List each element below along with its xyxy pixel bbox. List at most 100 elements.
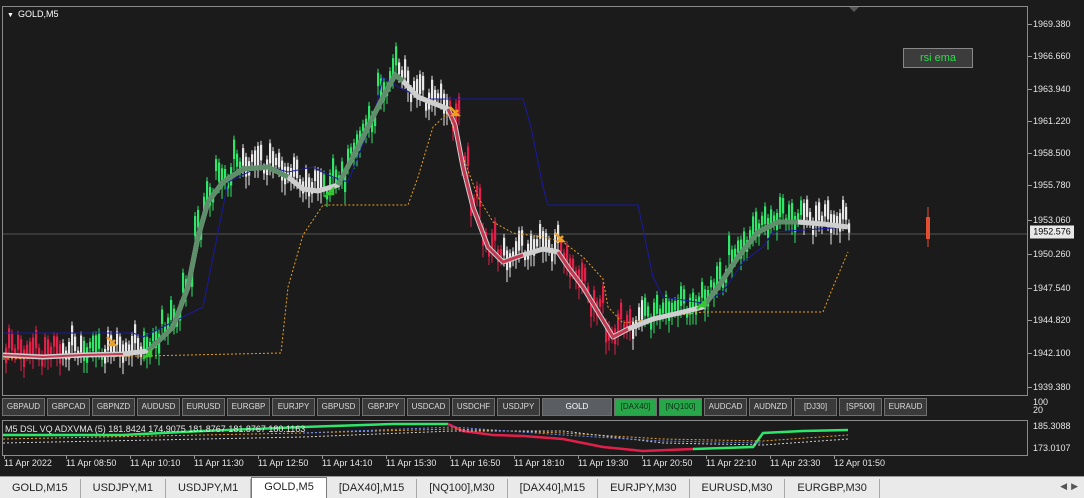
symbol-button-gold[interactable]: GOLD: [542, 398, 612, 416]
symbol-button-eurusd[interactable]: EURUSD: [182, 398, 225, 416]
chart-tab-bar: GOLD,M15 USDJPY,M1 USDJPY,M1 GOLD,M5 [DAX40]…: [0, 476, 1084, 498]
candle-body: [260, 144, 263, 161]
time-axis-label: 11 Apr 16:50: [450, 458, 501, 468]
chart-tab[interactable]: GOLD,M15: [0, 479, 81, 498]
candle-body: [770, 209, 773, 224]
time-axis-label: 11 Apr 20:50: [642, 458, 693, 468]
price-axis-tick: [1028, 56, 1032, 57]
candle-body: [602, 286, 605, 304]
candle-body: [206, 181, 209, 201]
triangle-down-icon[interactable]: ▼: [7, 12, 14, 19]
symbol-button-gbpaud[interactable]: GBPAUD: [2, 398, 45, 416]
symbol-button-audcad[interactable]: AUDCAD: [704, 398, 747, 416]
candle-body: [98, 332, 101, 349]
price-axis-label: 1963.940: [1033, 84, 1071, 94]
candle-body: [350, 147, 353, 154]
price-axis-tick: [1028, 121, 1032, 122]
symbol-button-dj30[interactable]: [DJ30]: [794, 398, 837, 416]
symbol-button-gbpnzd[interactable]: GBPNZD: [92, 398, 135, 416]
time-axis-label: 11 Apr 14:10: [322, 458, 373, 468]
candle-body: [560, 242, 563, 253]
candle-body: [824, 204, 827, 217]
candle-body: [251, 154, 254, 162]
candle-body: [53, 336, 56, 347]
candle-body: [314, 170, 317, 182]
scroll-marker-icon: [849, 7, 859, 12]
symbol-button-usdcad[interactable]: USDCAD: [407, 398, 450, 416]
price-axis-tick: [1028, 185, 1032, 186]
candle-body: [536, 239, 539, 247]
price-axis-label: 1958.500: [1033, 148, 1071, 158]
candle-body: [638, 307, 641, 321]
arrow-right-icon[interactable]: ▶: [1071, 481, 1078, 491]
symbol-button-nq100[interactable]: [NQ100]: [659, 398, 702, 416]
candle-body: [728, 235, 731, 256]
price-axis-tick: [1028, 89, 1032, 90]
candle-body: [143, 331, 146, 351]
symbol-button-audusd[interactable]: AUDUSD: [137, 398, 180, 416]
candle-body: [599, 299, 602, 307]
candle-body: [233, 139, 236, 160]
candle-body: [683, 289, 686, 304]
symbol-button-gbpusd[interactable]: GBPUSD: [317, 398, 360, 416]
candle-body: [182, 272, 185, 293]
symbol-button-audnzd[interactable]: AUDNZD: [749, 398, 792, 416]
candle-body: [8, 328, 11, 349]
candle-body: [269, 143, 272, 164]
symbol-button-euraud[interactable]: EURAUD: [884, 398, 927, 416]
candle-body: [395, 46, 398, 66]
candle-body: [80, 335, 83, 353]
candle-body: [56, 336, 59, 356]
time-axis-label: 11 Apr 10:10: [130, 458, 181, 468]
time-axis-label: 11 Apr 08:50: [66, 458, 117, 468]
price-axis-tick: [1028, 153, 1032, 154]
candle-body: [218, 162, 221, 182]
symbol-button-sp500[interactable]: [SP500]: [839, 398, 882, 416]
chart-tab[interactable]: [NQ100],M30: [417, 479, 508, 498]
candle-body: [332, 158, 335, 179]
time-axis-label: 11 Apr 19:30: [578, 458, 629, 468]
candle-body: [782, 198, 785, 214]
candle-body: [503, 237, 506, 256]
rsi-ema-button[interactable]: rsi ema: [903, 48, 973, 68]
symbol-button-dax40[interactable]: [DAX40]: [614, 398, 657, 416]
time-axis-label: 11 Apr 11:30: [194, 458, 244, 468]
chart-tab[interactable]: [DAX40],M15: [508, 479, 599, 498]
chart-tab[interactable]: EURUSD,M30: [690, 479, 786, 498]
candle-body: [581, 262, 584, 283]
candle-body: [254, 150, 257, 168]
symbol-button-eurgbp[interactable]: EURGBP: [227, 398, 270, 416]
symbol-button-usdjpy[interactable]: USDJPY: [497, 398, 540, 416]
price-axis-tick: [1028, 254, 1032, 255]
chart-tab[interactable]: GOLD,M5: [251, 477, 327, 498]
chart-tab[interactable]: [DAX40],M15: [327, 479, 418, 498]
candle-body: [779, 197, 782, 218]
price-axis-label: 1944.820: [1033, 315, 1071, 325]
price-chart-svg: [3, 7, 1027, 378]
chart-window[interactable]: ▼ GOLD,M5 rsi ema 1969.380 1966.660 1963.94…: [0, 0, 1084, 476]
candle-body: [89, 342, 92, 349]
chart-tab[interactable]: EURGBP,M30: [785, 479, 880, 498]
chart-tab[interactable]: EURJPY,M30: [598, 479, 690, 498]
price-axis-tick: [1028, 288, 1032, 289]
price-axis: 1969.380 1966.660 1963.940 1961.220 1958.500…: [1028, 6, 1084, 396]
candle-body: [827, 200, 830, 220]
indicator-scale-label: 20: [1033, 405, 1044, 415]
candle-body: [242, 148, 245, 166]
price-axis-label: 1953.060: [1033, 215, 1071, 225]
candle-body: [17, 334, 20, 350]
candle-body: [641, 300, 644, 320]
symbol-button-eurjpy[interactable]: EURJPY: [272, 398, 315, 416]
candle-body: [548, 239, 551, 249]
symbol-button-usdchf[interactable]: USDCHF: [452, 398, 495, 416]
price-chart-area[interactable]: [2, 6, 1028, 396]
candle-body: [806, 199, 809, 217]
chart-title: ▼ GOLD,M5: [7, 9, 59, 19]
symbol-button-gbpjpy[interactable]: GBPJPY: [362, 398, 405, 416]
chart-tab[interactable]: USDJPY,M1: [166, 479, 252, 498]
chart-tab[interactable]: USDJPY,M1: [81, 479, 166, 498]
tab-scroll-arrows: ◀ ▶: [1056, 481, 1078, 492]
future-candle-body: [926, 217, 930, 239]
symbol-button-gbpcad[interactable]: GBPCAD: [47, 398, 90, 416]
arrow-left-icon[interactable]: ◀: [1060, 481, 1067, 491]
